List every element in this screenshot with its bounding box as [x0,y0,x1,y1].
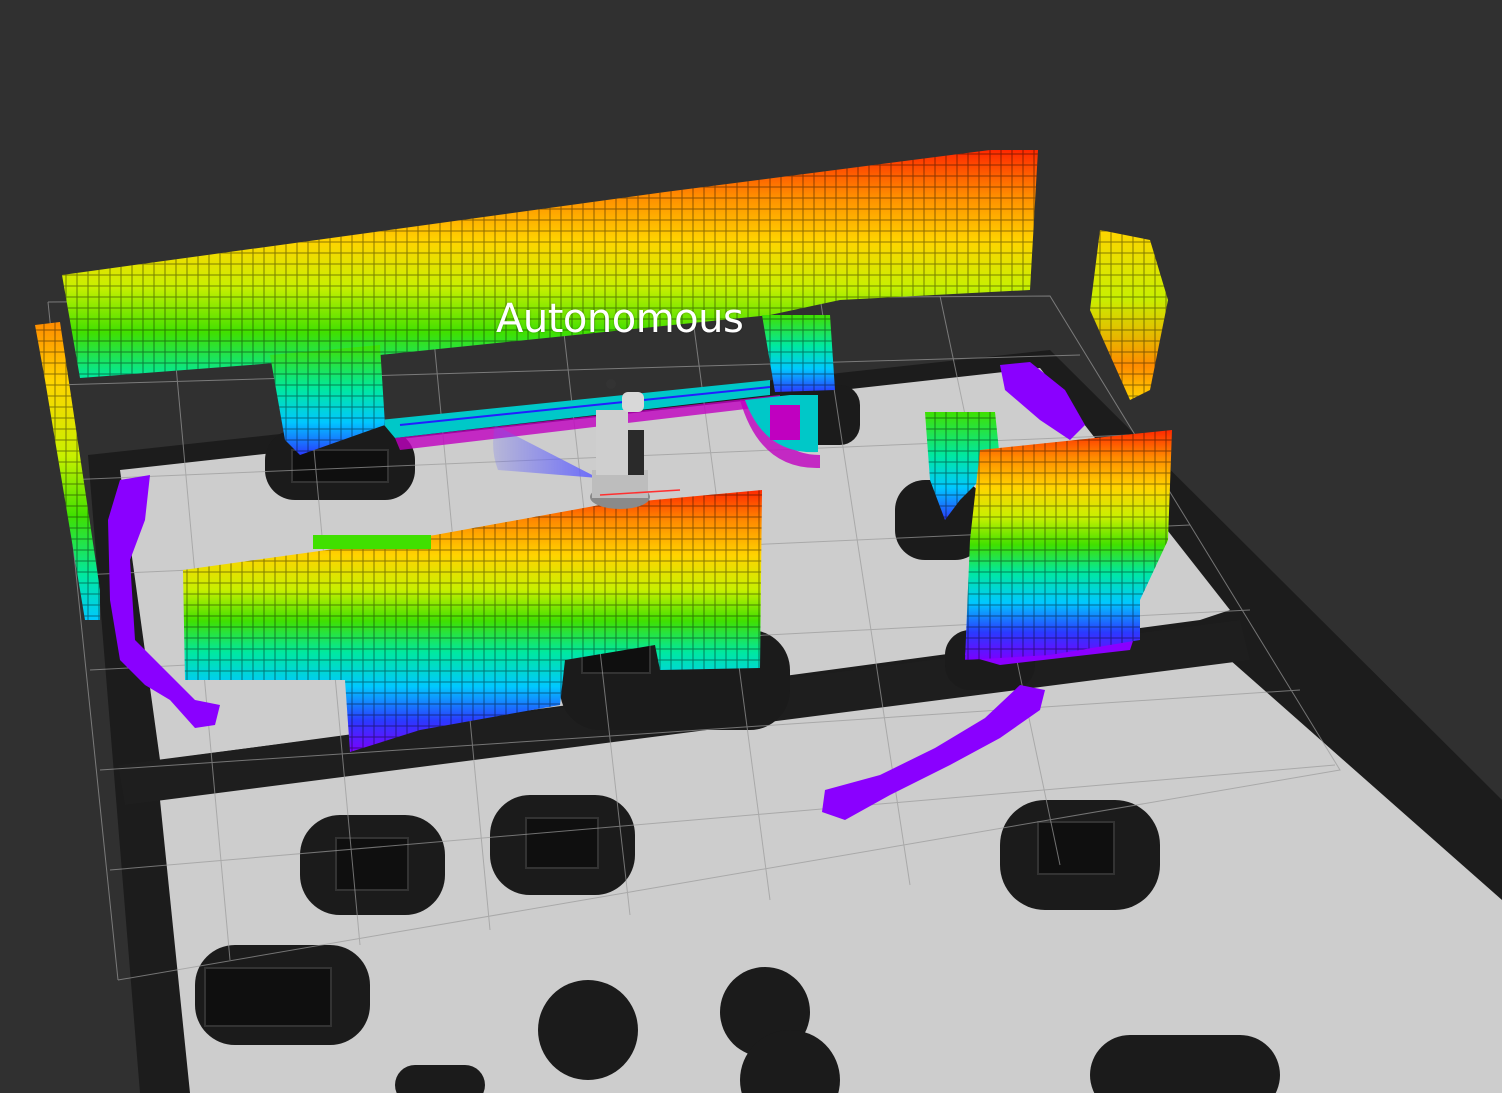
navigation-mode-label: Autonomous [496,296,744,342]
rviz-3d-viewport[interactable]: Autonomous [0,0,1502,1093]
map-scene [35,150,1502,1093]
voxel-far-right-slab [1090,230,1168,400]
voxel-back-wall [62,150,1038,378]
